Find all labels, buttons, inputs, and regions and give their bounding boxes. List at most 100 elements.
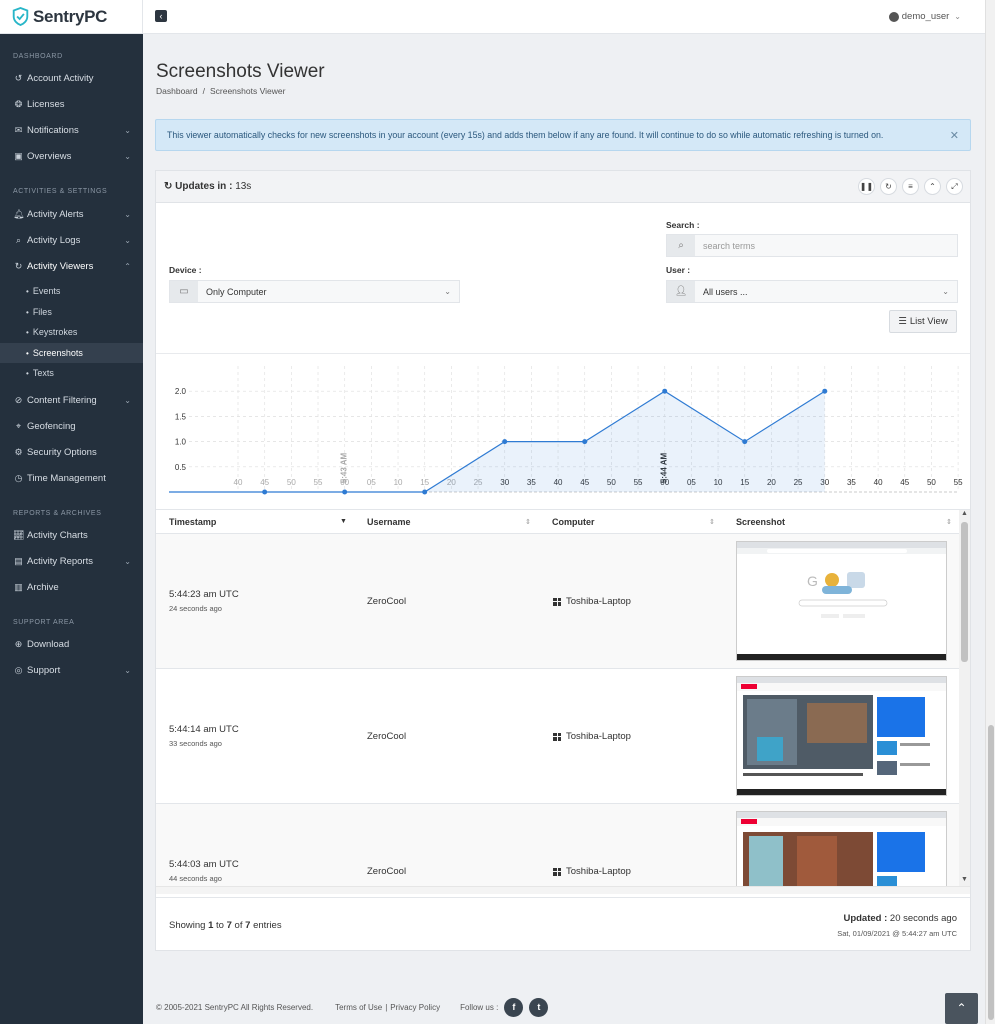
device-select[interactable]: ▭ Only Computer ⌄ xyxy=(169,280,460,303)
row-computer: Toshiba-Laptop xyxy=(553,596,631,607)
data-point[interactable] xyxy=(502,439,508,445)
twitter-icon[interactable]: t xyxy=(529,998,549,1017)
windows-icon xyxy=(553,732,561,741)
column-screenshot[interactable]: Screenshot xyxy=(736,517,785,527)
list-view-button[interactable]: ☰ List View xyxy=(889,310,957,333)
pause-button[interactable]: ❚❚ xyxy=(858,178,875,195)
sidebar-item-account-activity[interactable]: ↺ Account Activity xyxy=(0,67,143,89)
sidebar-subitem-texts[interactable]: • Texts xyxy=(0,363,143,383)
page-scrollbar-thumb[interactable] xyxy=(988,725,994,1020)
scroll-up-icon[interactable]: ▲ xyxy=(961,510,968,517)
user-label: User : xyxy=(666,265,691,275)
y-tick-label: 0.5 xyxy=(175,463,187,472)
table-horizontal-scrollbar[interactable] xyxy=(156,886,970,894)
data-point[interactable] xyxy=(582,439,588,445)
sidebar-item-security-options[interactable]: ⚙ Security Options xyxy=(0,441,143,463)
privacy-link[interactable]: Privacy Policy xyxy=(390,1003,440,1012)
x-tick-label: 05 xyxy=(367,478,376,487)
sidebar-subitem-keystrokes[interactable]: • Keystrokes xyxy=(0,322,143,342)
sidebar-collapse-button[interactable]: ‹ xyxy=(155,10,167,22)
scroll-down-icon[interactable]: ▼ xyxy=(961,876,968,883)
refresh-button[interactable]: ↻ xyxy=(880,178,897,195)
sidebar-item-download[interactable]: ⊕ Download xyxy=(0,633,143,655)
screenshot-image xyxy=(737,677,946,795)
screenshot-thumbnail[interactable] xyxy=(736,676,947,796)
expand-button[interactable]: ⤢ xyxy=(946,178,963,195)
data-point[interactable] xyxy=(662,388,668,394)
menu-button[interactable]: ≡ xyxy=(902,178,919,195)
user-icon: 👤︎ xyxy=(667,281,695,302)
collapse-button[interactable]: ⌃ xyxy=(924,178,941,195)
user-menu[interactable]: demo_user ⌄ xyxy=(888,11,961,22)
column-timestamp[interactable]: Timestamp xyxy=(169,517,216,527)
facebook-icon[interactable]: f xyxy=(504,998,524,1017)
sidebar-item-licenses[interactable]: ❂ Licenses xyxy=(0,93,143,115)
x-tick-label: 40 xyxy=(234,478,243,487)
column-computer[interactable]: Computer xyxy=(552,517,595,527)
username-label: demo_user xyxy=(901,11,950,22)
sidebar-item-content-filtering[interactable]: ⊘ Content Filtering ⌄ xyxy=(0,389,143,411)
sync-icon: ↻ xyxy=(164,181,173,192)
data-point[interactable] xyxy=(742,439,748,445)
sort-icon[interactable]: ⇕ xyxy=(709,518,715,526)
sort-desc-icon[interactable]: ▼ xyxy=(340,518,347,525)
logo[interactable]: SentryPC xyxy=(0,0,143,34)
data-point[interactable] xyxy=(262,489,268,495)
breadcrumb-current: Screenshots Viewer xyxy=(209,86,286,96)
search-field[interactable]: ⌕ search terms xyxy=(666,234,958,257)
section-activities-settings: ACTIVITIES & SETTINGS xyxy=(13,188,108,195)
sidebar-item-time-management[interactable]: ◷ Time Management xyxy=(0,467,143,489)
sidebar-item-overviews[interactable]: ▣ Overviews ⌄ xyxy=(0,145,143,167)
terms-link[interactable]: Terms of Use xyxy=(335,1003,382,1012)
page-scrollbar[interactable] xyxy=(985,0,995,1024)
sidebar-item-archive[interactable]: ▥ Archive xyxy=(0,576,143,598)
download-icon: ⊕ xyxy=(14,638,23,649)
sidebar-item-activity-charts[interactable]: 📈︎ Activity Charts xyxy=(0,524,143,546)
table-scrollbar-thumb[interactable] xyxy=(961,522,968,662)
x-tick-label: 50 xyxy=(927,478,936,487)
sidebar-item-activity-alerts[interactable]: 🔔︎ Activity Alerts ⌄ xyxy=(0,203,143,225)
table-row[interactable]: 5:44:14 am UTC 33 seconds ago ZeroCool T… xyxy=(156,669,959,804)
screenshot-thumbnail[interactable]: G xyxy=(736,541,947,661)
x-tick-label: 55 xyxy=(314,478,323,487)
sidebar-item-activity-reports[interactable]: ▤ Activity Reports ⌄ xyxy=(0,550,143,572)
sort-icon[interactable]: ⇕ xyxy=(946,518,952,526)
minute-marker: 5:43 AM xyxy=(340,452,349,483)
sidebar-item-support[interactable]: ◎ Support ⌄ xyxy=(0,659,143,681)
chevron-down-icon: ⌄ xyxy=(444,287,451,296)
row-computer: Toshiba-Laptop xyxy=(553,866,631,877)
data-point[interactable] xyxy=(822,388,828,394)
close-icon[interactable]: ✕ xyxy=(950,129,959,142)
sidebar-subitem-files[interactable]: • Files xyxy=(0,302,143,322)
table-row[interactable]: 5:44:23 am UTC 24 seconds ago ZeroCool T… xyxy=(156,534,959,669)
breadcrumb-dashboard[interactable]: Dashboard xyxy=(156,86,198,96)
user-select[interactable]: 👤︎ All users ... ⌄ xyxy=(666,280,958,303)
shield-logo-icon xyxy=(12,7,29,26)
sidebar-item-notifications[interactable]: ✉ Notifications ⌄ xyxy=(0,119,143,141)
screenshot-thumbnail[interactable] xyxy=(736,811,947,886)
sidebar-item-activity-viewers[interactable]: ↻ Activity Viewers ⌃ xyxy=(0,255,143,277)
page-title: Screenshots Viewer xyxy=(156,61,325,82)
panel-header: ↻ Updates in : 13s ❚❚ ↻ ≡ ⌃ ⤢ xyxy=(156,171,970,203)
sidebar-subitem-events[interactable]: • Events xyxy=(0,281,143,301)
updates-countdown: ↻ Updates in : 13s xyxy=(164,181,252,192)
data-point[interactable] xyxy=(342,489,348,495)
data-point[interactable] xyxy=(422,489,428,495)
scroll-to-top-button[interactable]: ⌃ xyxy=(945,993,978,1024)
search-input[interactable]: search terms xyxy=(695,241,957,251)
sidebar-item-activity-logs[interactable]: ⌕ Activity Logs ⌄ xyxy=(0,229,143,251)
sidebar-subitem-screenshots[interactable]: • Screenshots xyxy=(0,343,143,363)
sidebar-item-geofencing[interactable]: ⌖ Geofencing xyxy=(0,415,143,437)
history-icon: ↺ xyxy=(14,72,23,83)
table-row[interactable]: 5:44:03 am UTC 44 seconds ago ZeroCool T… xyxy=(156,804,959,886)
certificate-icon: ❂ xyxy=(14,98,23,109)
table-scrollbar[interactable]: ▲ ▼ xyxy=(959,510,970,887)
copyright: © 2005-2021 SentryPC All Rights Reserved… xyxy=(156,1003,314,1012)
sort-icon[interactable]: ⇕ xyxy=(525,518,531,526)
brand-name: SentryPC xyxy=(33,6,108,26)
x-tick-label: 40 xyxy=(874,478,883,487)
bars-icon: ≡ xyxy=(908,182,913,191)
map-pin-icon: ⌖ xyxy=(15,420,22,431)
clock-icon: ◷ xyxy=(14,472,23,483)
column-username[interactable]: Username xyxy=(367,517,411,527)
